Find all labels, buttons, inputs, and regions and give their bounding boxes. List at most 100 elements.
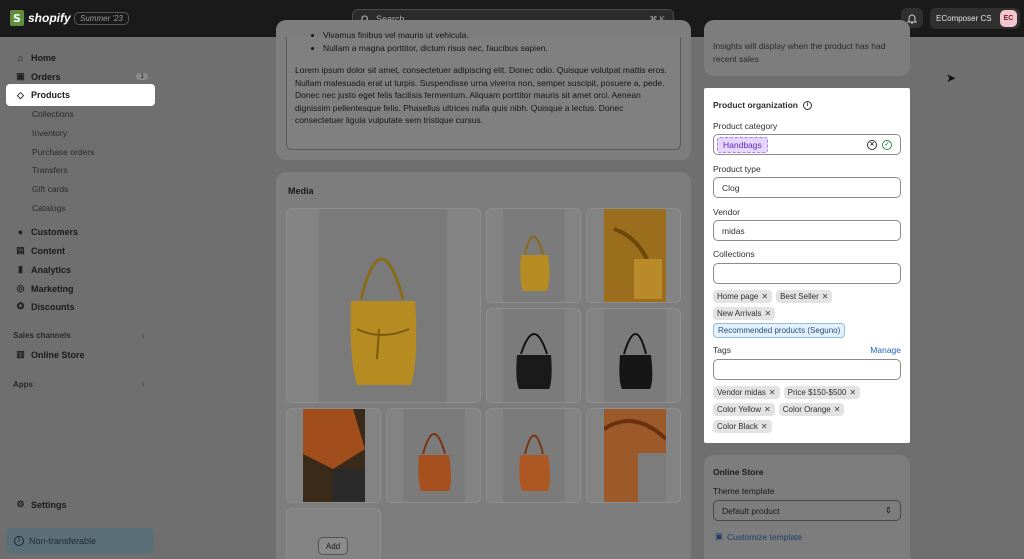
sidebar-item-label: Content	[31, 245, 65, 256]
sidebar-item-label: Analytics	[31, 264, 72, 275]
recommended-chips: Recommended products (Seguno)	[713, 323, 846, 338]
media-tile[interactable]	[386, 408, 481, 503]
bag-closeup-image	[613, 227, 662, 299]
product-image	[604, 309, 666, 402]
sidebar-item-marketing[interactable]: ◎ Marketing	[6, 280, 154, 297]
product-image	[403, 409, 465, 502]
sidebar-item-content[interactable]: ▤ Content	[6, 242, 154, 259]
sidebar-item-products[interactable]: ◇ Products	[6, 84, 155, 106]
account-menu[interactable]: EComposer CS EC	[930, 8, 1020, 29]
apps-heading[interactable]: Apps	[13, 380, 33, 389]
non-transferable-label: Non-transferable	[29, 536, 97, 546]
sidebar-item-label: Customers	[31, 226, 79, 237]
tag-chip: Color Black ✕	[713, 420, 772, 433]
orange-bag-closeup-image	[602, 419, 668, 502]
tag-icon: ◇	[17, 89, 24, 100]
category-chip[interactable]: Handbags	[717, 136, 768, 153]
mouse-cursor-icon: ➤	[946, 71, 957, 85]
organization-title-text: Product organization	[713, 100, 798, 110]
remove-icon[interactable]: ✕	[849, 388, 856, 397]
sidebar-item-settings[interactable]: ⚙ Settings	[6, 496, 154, 513]
sidebar-item-online-store[interactable]: ▥ Online Store	[6, 346, 154, 363]
media-tile[interactable]	[286, 408, 381, 503]
vendor-label: Vendor	[713, 207, 740, 217]
info-icon[interactable]: i	[803, 100, 812, 110]
sidebar-subitem-catalogs[interactable]: Catalogs	[32, 203, 66, 213]
tag-chip: Color Orange ✕	[778, 403, 845, 416]
sidebar-item-label: Settings	[31, 499, 67, 510]
remove-icon[interactable]: ✕	[761, 422, 768, 431]
collection-chip: Best Seller ✕	[776, 290, 833, 303]
clear-icon[interactable]: ✕	[867, 139, 877, 150]
remove-icon[interactable]: ✕	[834, 405, 841, 414]
vendor-field[interactable]: midas	[713, 220, 901, 241]
tags-field[interactable]	[713, 359, 901, 380]
product-image	[319, 209, 447, 402]
shopify-logo[interactable]: S shopify	[10, 10, 71, 26]
collections-field[interactable]	[713, 263, 901, 284]
media-tile[interactable]	[586, 208, 681, 303]
sidebar-subitem-inventory[interactable]: Inventory	[32, 128, 67, 138]
theme-template-select[interactable]: Default product ⇕	[713, 500, 901, 521]
media-tile[interactable]	[486, 208, 581, 303]
media-tile[interactable]	[586, 408, 681, 503]
sidebar-item-label: Orders	[31, 71, 61, 82]
product-image	[503, 409, 565, 502]
tags-chips: Color Black ✕	[713, 420, 772, 433]
chevron-right-icon[interactable]: ›	[142, 331, 145, 340]
collection-chip: New Arrivals ✕	[713, 307, 776, 320]
list-item: Vivamus finibus vel mauris ut vehicula.	[323, 29, 672, 42]
sales-channels-heading[interactable]: Sales channels	[13, 331, 71, 340]
tags-label: Tags	[713, 345, 731, 355]
category-field[interactable]: Handbags ✕ ✓	[713, 134, 901, 155]
remove-icon[interactable]: ✕	[764, 405, 771, 414]
add-media-button[interactable]: Add	[318, 537, 348, 555]
orange-bag-image	[519, 434, 550, 491]
media-tile[interactable]	[486, 408, 581, 503]
sidebar-item-orders[interactable]: ▣ Orders 1	[6, 68, 154, 85]
person-icon: ●	[17, 226, 24, 237]
product-organization-card: Product organization i Product category …	[704, 88, 910, 443]
sidebar-item-home[interactable]: ⌂ Home	[6, 49, 154, 66]
chip-label: Color Black	[717, 422, 758, 431]
manage-tags-link[interactable]: Manage	[870, 345, 901, 355]
black-bag-image	[619, 333, 653, 389]
account-name: EComposer CS	[936, 14, 992, 23]
sidebar-item-analytics[interactable]: ▮ Analytics	[6, 261, 154, 278]
bar-chart-icon: ▮	[18, 264, 23, 274]
sidebar-item-discounts[interactable]: ✪ Discounts	[6, 298, 154, 315]
chip-label: New Arrivals	[717, 309, 762, 318]
theme-template-label: Theme template	[713, 486, 775, 496]
content-icon: ▤	[16, 245, 25, 255]
tag-chip: Color Yellow ✕	[713, 403, 775, 416]
select-arrows-icon: ⇕	[884, 505, 892, 515]
info-icon: i	[14, 536, 24, 546]
sidebar-item-customers[interactable]: ● Customers	[6, 223, 154, 240]
sidebar-item-label: Products	[31, 90, 71, 100]
remove-icon[interactable]: ✕	[764, 309, 771, 318]
non-transferable-banner[interactable]: i Non-transferable	[6, 528, 154, 554]
list-item: Nullam a magna porttitor, dictum risus n…	[323, 42, 672, 55]
media-tile-main[interactable]	[286, 208, 481, 403]
customize-template-link[interactable]: ▣ Customize template	[715, 531, 802, 542]
remove-icon[interactable]: ✕	[769, 388, 776, 397]
vendor-value: midas	[722, 225, 745, 236]
description-editor[interactable]: Vivamus finibus vel mauris ut vehicula. …	[286, 30, 681, 150]
sidebar-subitem-gift-cards[interactable]: Gift cards	[32, 184, 68, 194]
media-tile[interactable]	[586, 308, 681, 403]
recommended-products-chip[interactable]: Recommended products (Seguno)	[713, 323, 846, 338]
target-icon: ◎	[16, 283, 25, 293]
remove-icon[interactable]: ✕	[761, 292, 768, 301]
sidebar-subitem-purchase-orders[interactable]: Purchase orders	[32, 147, 94, 157]
tags-chips: Vendor midas ✕ Price $150-$500 ✕	[713, 386, 861, 399]
sidebar-subitem-transfers[interactable]: Transfers	[32, 165, 68, 175]
chevron-right-icon[interactable]: ›	[142, 379, 145, 388]
product-type-value: Clog	[722, 182, 740, 193]
media-tile[interactable]	[486, 308, 581, 403]
product-type-field[interactable]: Clog	[713, 177, 901, 198]
check-circle-icon[interactable]: ✓	[882, 139, 892, 150]
chip-label: Price $150-$500	[787, 388, 847, 397]
sidebar-subitem-collections[interactable]: Collections	[32, 109, 74, 119]
remove-icon[interactable]: ✕	[822, 292, 829, 301]
chip-label: Color Orange	[782, 405, 831, 414]
